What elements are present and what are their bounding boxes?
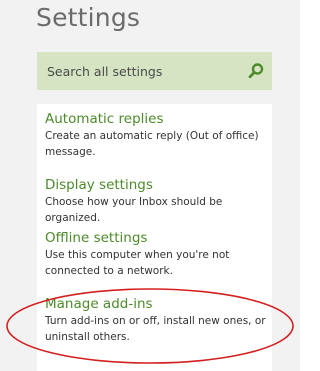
page-title: Settings — [36, 3, 141, 32]
search-icon[interactable] — [247, 62, 265, 80]
settings-item-title[interactable]: Automatic replies — [45, 110, 266, 128]
settings-item-title[interactable]: Display settings — [45, 176, 266, 194]
search-box — [37, 52, 272, 90]
settings-item-display-settings[interactable]: Display settings Choose how your Inbox s… — [37, 176, 272, 226]
settings-item-description: Choose how your Inbox should be organize… — [45, 196, 223, 224]
settings-list: Automatic replies Create an automatic re… — [37, 104, 272, 371]
settings-panel: Settings Automatic replies Create an aut… — [0, 0, 300, 371]
settings-item-offline-settings[interactable]: Offline settings Use this computer when … — [37, 229, 272, 279]
settings-item-title[interactable]: Offline settings — [45, 229, 266, 247]
settings-item-automatic-replies[interactable]: Automatic replies Create an automatic re… — [37, 110, 272, 160]
settings-item-description: Use this computer when you're not connec… — [45, 249, 230, 277]
settings-item-description: Create an automatic reply (Out of office… — [45, 130, 259, 158]
search-input[interactable] — [47, 52, 237, 90]
settings-item-description: Turn add-ins on or off, install new ones… — [45, 315, 266, 343]
settings-item-manage-add-ins[interactable]: Manage add-ins Turn add-ins on or off, i… — [37, 295, 272, 345]
settings-item-title[interactable]: Manage add-ins — [45, 295, 266, 313]
